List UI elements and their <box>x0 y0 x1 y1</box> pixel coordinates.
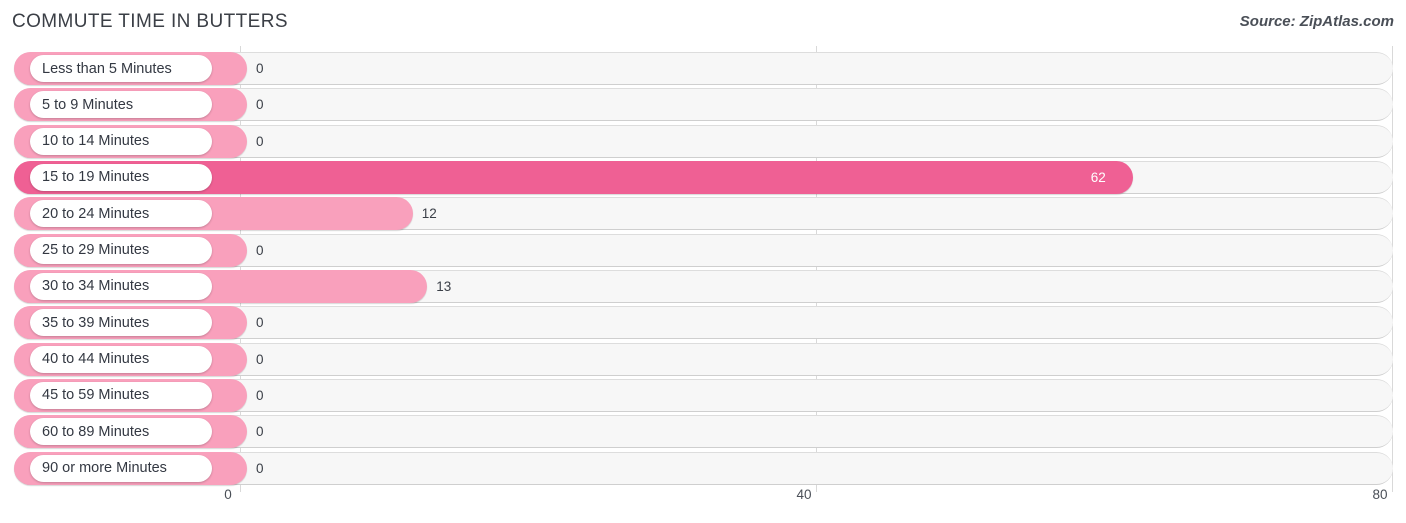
category-label-pill: 25 to 29 Minutes <box>30 236 212 264</box>
category-label-pill: Less than 5 Minutes <box>30 55 212 82</box>
category-label: Less than 5 Minutes <box>42 60 172 77</box>
category-label-pill: 15 to 19 Minutes <box>30 163 212 191</box>
bar-row[interactable]: 90 or more Minutes 0 <box>0 451 1406 485</box>
category-label: 60 to 89 Minutes <box>42 423 150 440</box>
bar-row[interactable]: 5 to 9 Minutes 0 <box>0 88 1406 122</box>
bar-row[interactable]: 20 to 24 Minutes 12 <box>0 197 1406 231</box>
bar-row[interactable]: 10 to 14 Minutes 0 <box>0 124 1406 158</box>
bar-value-label: 13 <box>436 278 452 294</box>
category-label-pill: 35 to 39 Minutes <box>30 309 212 337</box>
bar-row[interactable]: 40 to 44 Minutes 0 <box>0 342 1406 376</box>
category-label: 25 to 29 Minutes <box>42 242 150 259</box>
axis-tick-label: 80 <box>1372 487 1388 502</box>
category-label: 15 to 19 Minutes <box>42 169 150 186</box>
bar-value-label: 0 <box>256 387 264 403</box>
source-attribution: Source: ZipAtlas.com <box>1239 13 1394 30</box>
axis-tick-label: 0 <box>224 487 232 502</box>
bar-row[interactable]: 45 to 59 Minutes 0 <box>0 378 1406 412</box>
bar-value-label: 0 <box>256 133 264 149</box>
bar-value-label: 0 <box>256 61 264 76</box>
bar-row[interactable]: 60 to 89 Minutes 0 <box>0 415 1406 449</box>
plot-area: Less than 5 Minutes 0 5 to 9 Minutes 0 10 to… <box>0 46 1406 492</box>
category-label: 30 to 34 Minutes <box>42 278 150 295</box>
bar-row[interactable]: Less than 5 Minutes 0 <box>0 52 1406 85</box>
category-label-pill: 60 to 89 Minutes <box>30 418 212 446</box>
category-label-pill: 90 or more Minutes <box>30 454 212 482</box>
bar-value-label: 0 <box>256 97 264 113</box>
category-label-pill: 5 to 9 Minutes <box>30 91 212 119</box>
x-axis: 0 40 80 <box>0 487 1406 511</box>
bar-value-label: 0 <box>256 460 264 476</box>
category-label: 90 or more Minutes <box>42 460 167 477</box>
bar-row[interactable]: 35 to 39 Minutes 0 <box>0 306 1406 340</box>
bar-row[interactable]: 15 to 19 Minutes 62 <box>0 160 1406 194</box>
category-label: 40 to 44 Minutes <box>42 351 150 368</box>
bar-value-label: 0 <box>256 351 264 367</box>
bar-row[interactable]: 25 to 29 Minutes 0 <box>0 233 1406 267</box>
axis-tick-label: 40 <box>796 487 812 502</box>
bar-value-label: 12 <box>421 206 437 222</box>
category-label-pill: 45 to 59 Minutes <box>30 381 212 409</box>
page-title: COMMUTE TIME IN BUTTERS <box>12 11 288 32</box>
category-label-pill: 10 to 14 Minutes <box>30 127 212 155</box>
category-label: 45 to 59 Minutes <box>42 387 150 404</box>
bar-row[interactable]: 30 to 34 Minutes 13 <box>0 269 1406 303</box>
bar-value-label: 0 <box>256 424 264 440</box>
bar-value-label: 62 <box>1090 169 1106 185</box>
commute-time-bar-chart: COMMUTE TIME IN BUTTERS Source: ZipAtlas… <box>0 0 1406 523</box>
category-label: 10 to 14 Minutes <box>42 133 150 150</box>
category-label-pill: 20 to 24 Minutes <box>30 200 212 228</box>
category-label-pill: 40 to 44 Minutes <box>30 345 212 373</box>
bar-value-label: 0 <box>256 315 264 331</box>
category-label: 5 to 9 Minutes <box>42 96 134 113</box>
category-label: 35 to 39 Minutes <box>42 314 150 331</box>
category-label-pill: 30 to 34 Minutes <box>30 272 212 300</box>
bar-value-label: 0 <box>256 242 264 258</box>
category-label: 20 to 24 Minutes <box>42 205 150 222</box>
